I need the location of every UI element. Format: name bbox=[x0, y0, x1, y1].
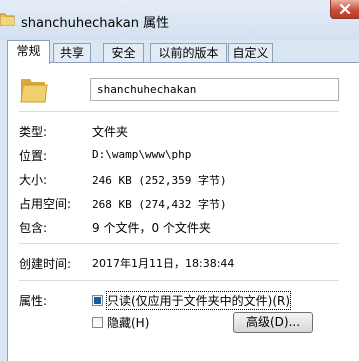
close-button[interactable] bbox=[330, 0, 359, 19]
hidden-checkbox[interactable] bbox=[92, 317, 103, 328]
title-bar[interactable]: shanchuhechakan 属性 bbox=[0, 0, 359, 40]
folder-icon bbox=[20, 79, 48, 103]
size-on-disk-value: 268 KB (274,432 字节) bbox=[92, 198, 227, 211]
contains-label: 包含: bbox=[19, 221, 48, 235]
tab-strip: 常规 共享 安全 以前的版本 自定义 bbox=[7, 40, 359, 64]
location-value: D:\wamp\www\php bbox=[92, 148, 192, 161]
separator bbox=[19, 243, 339, 244]
close-icon bbox=[339, 4, 351, 14]
tab-customize[interactable]: 自定义 bbox=[228, 43, 273, 63]
tab-security[interactable]: 安全 bbox=[103, 43, 144, 63]
size-label: 大小: bbox=[19, 173, 48, 187]
tab-sharing[interactable]: 共享 bbox=[53, 43, 91, 63]
window-title: shanchuhechakan 属性 bbox=[21, 16, 170, 31]
hidden-checkbox-label[interactable]: 隐藏(H) bbox=[107, 314, 149, 331]
advanced-button[interactable]: 高级(D)... bbox=[233, 312, 313, 333]
type-label: 类型: bbox=[19, 125, 48, 139]
readonly-checkbox[interactable] bbox=[92, 295, 103, 306]
tab-general[interactable]: 常规 bbox=[7, 40, 50, 64]
size-on-disk-label: 占用空间: bbox=[19, 197, 72, 211]
separator bbox=[19, 111, 339, 112]
readonly-checkbox-label[interactable]: 只读(仅应用于文件夹中的文件)(R) bbox=[105, 291, 292, 310]
location-label: 位置: bbox=[19, 149, 48, 163]
contains-value: 9 个文件，0 个文件夹 bbox=[92, 221, 211, 235]
attributes-label: 属性: bbox=[19, 294, 48, 308]
created-label: 创建时间: bbox=[19, 257, 72, 271]
folder-name-input[interactable] bbox=[90, 78, 339, 101]
properties-dialog: shanchuhechakan 属性 常规 共享 安全 以前的版本 自定义 类型… bbox=[0, 0, 359, 361]
created-value: 2017年1月11日，18:38:44 bbox=[92, 257, 235, 270]
tab-previous-versions[interactable]: 以前的版本 bbox=[150, 43, 227, 63]
separator bbox=[19, 280, 339, 281]
size-value: 246 KB (252,359 字节) bbox=[92, 174, 227, 187]
folder-icon bbox=[0, 13, 15, 26]
type-value: 文件夹 bbox=[92, 125, 129, 139]
